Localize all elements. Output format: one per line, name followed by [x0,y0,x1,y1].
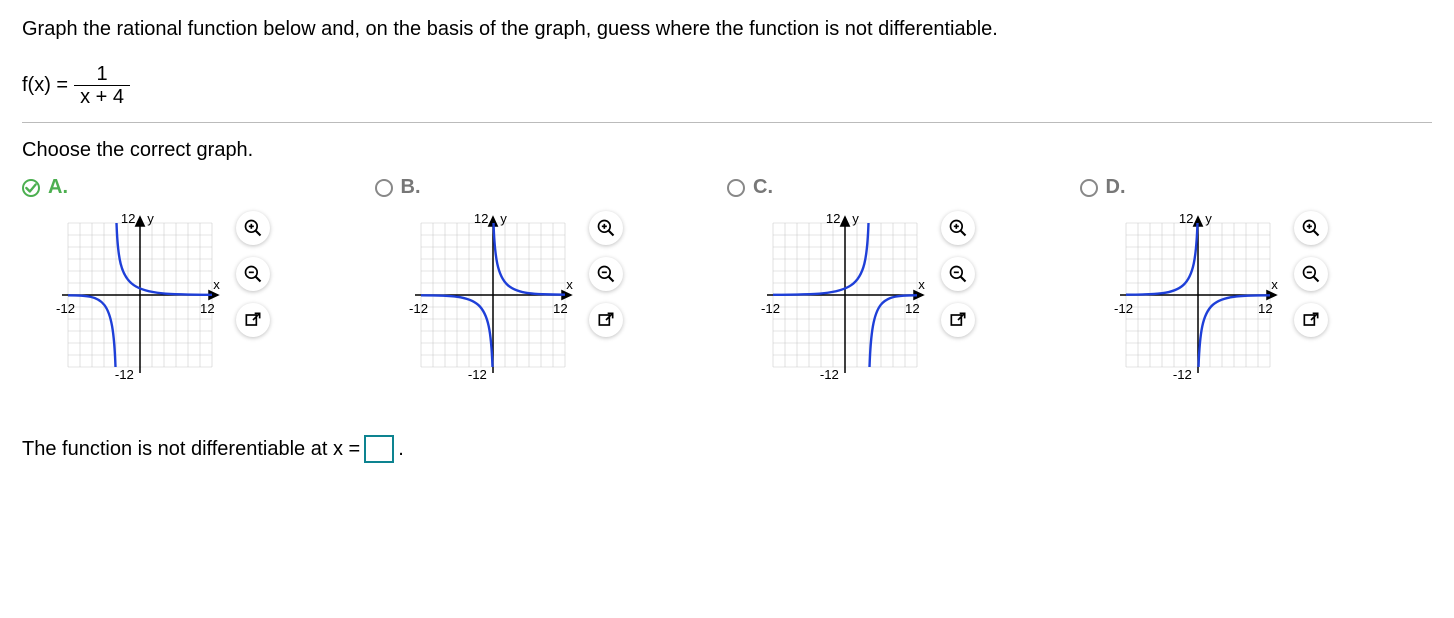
radio-a[interactable] [22,179,40,197]
graph-a-y-label: y [147,211,154,226]
popout-icon [243,310,263,330]
checkmark-icon [24,180,38,196]
graph-d-xmax: 12 [1258,301,1273,316]
graph-d-y-label: y [1205,211,1212,226]
option-a-letter: A. [48,176,68,199]
graph-a: y x 12 -12 -12 12 [50,205,230,385]
graph-c: y x 12 -12 -12 12 [755,205,935,385]
zoom-in-button-d[interactable] [1294,211,1328,245]
popout-button-c[interactable] [941,303,975,337]
answer-prefix: The function is not differentiable at x … [22,438,360,461]
option-d-letter: D. [1106,176,1126,199]
popout-icon [596,310,616,330]
graph-d-xmin: -12 [1114,301,1133,316]
divider [22,122,1432,123]
popout-button-a[interactable] [236,303,270,337]
graph-a-x-label: x [213,277,220,292]
graph-b-ymax: 12 [473,211,488,226]
radio-c[interactable] [727,179,745,197]
graph-c-ymin: -12 [820,367,839,382]
graph-a-xmax: 12 [200,301,215,316]
zoom-in-button-c[interactable] [941,211,975,245]
zoom-out-button-c[interactable] [941,257,975,291]
answer-input[interactable] [364,435,394,463]
popout-button-b[interactable] [589,303,623,337]
option-b-letter: B. [401,176,421,199]
option-c-letter: C. [753,176,773,199]
popout-icon [948,310,968,330]
graph-d-ymax: 12 [1178,211,1193,226]
option-a: A. y [22,176,375,385]
zoom-in-button-b[interactable] [589,211,623,245]
zoom-out-icon [243,264,263,284]
graph-c-x-label: x [918,277,925,292]
zoom-in-icon [596,218,616,238]
formula-numerator: 1 [91,63,114,85]
formula-fraction: 1 x + 4 [74,63,130,108]
graph-c-ymax: 12 [826,211,841,226]
options-row: A. y [22,176,1432,385]
graph-c-y-label: y [852,211,859,226]
zoom-out-button-b[interactable] [589,257,623,291]
option-d: D. y [1080,176,1433,385]
option-c: C. y [727,176,1080,385]
zoom-in-icon [948,218,968,238]
formula-denominator: x + 4 [74,85,130,108]
popout-icon [1301,310,1321,330]
graph-b-xmax: 12 [553,301,568,316]
graph-d: y x 12 -12 -12 12 [1108,205,1288,385]
zoom-out-icon [948,264,968,284]
graph-b-y-label: y [500,211,507,226]
zoom-in-icon [243,218,263,238]
answer-suffix: . [398,438,404,461]
zoom-out-icon [596,264,616,284]
graph-b-x-label: x [566,277,573,292]
radio-d[interactable] [1080,179,1098,197]
graph-b-xmin: -12 [409,301,428,316]
graph-c-xmax: 12 [905,301,920,316]
graph-b: y x 12 -12 -12 12 [403,205,583,385]
graph-a-xmin: -12 [56,301,75,316]
choose-graph-label: Choose the correct graph. [22,139,1432,162]
zoom-out-icon [1301,264,1321,284]
formula: f(x) = 1 x + 4 [22,63,1432,108]
question-text: Graph the rational function below and, o… [22,18,1432,41]
zoom-in-icon [1301,218,1321,238]
graph-d-ymin: -12 [1172,367,1191,382]
radio-b[interactable] [375,179,393,197]
popout-button-d[interactable] [1294,303,1328,337]
formula-lhs: f(x) = [22,74,68,97]
zoom-out-button-d[interactable] [1294,257,1328,291]
zoom-in-button-a[interactable] [236,211,270,245]
graph-a-ymax: 12 [121,211,136,226]
graph-d-x-label: x [1271,277,1278,292]
graph-c-xmin: -12 [761,301,780,316]
answer-row: The function is not differentiable at x … [22,435,1432,463]
graph-b-ymin: -12 [467,367,486,382]
option-b: B. y [375,176,728,385]
graph-a-ymin: -12 [115,367,134,382]
zoom-out-button-a[interactable] [236,257,270,291]
